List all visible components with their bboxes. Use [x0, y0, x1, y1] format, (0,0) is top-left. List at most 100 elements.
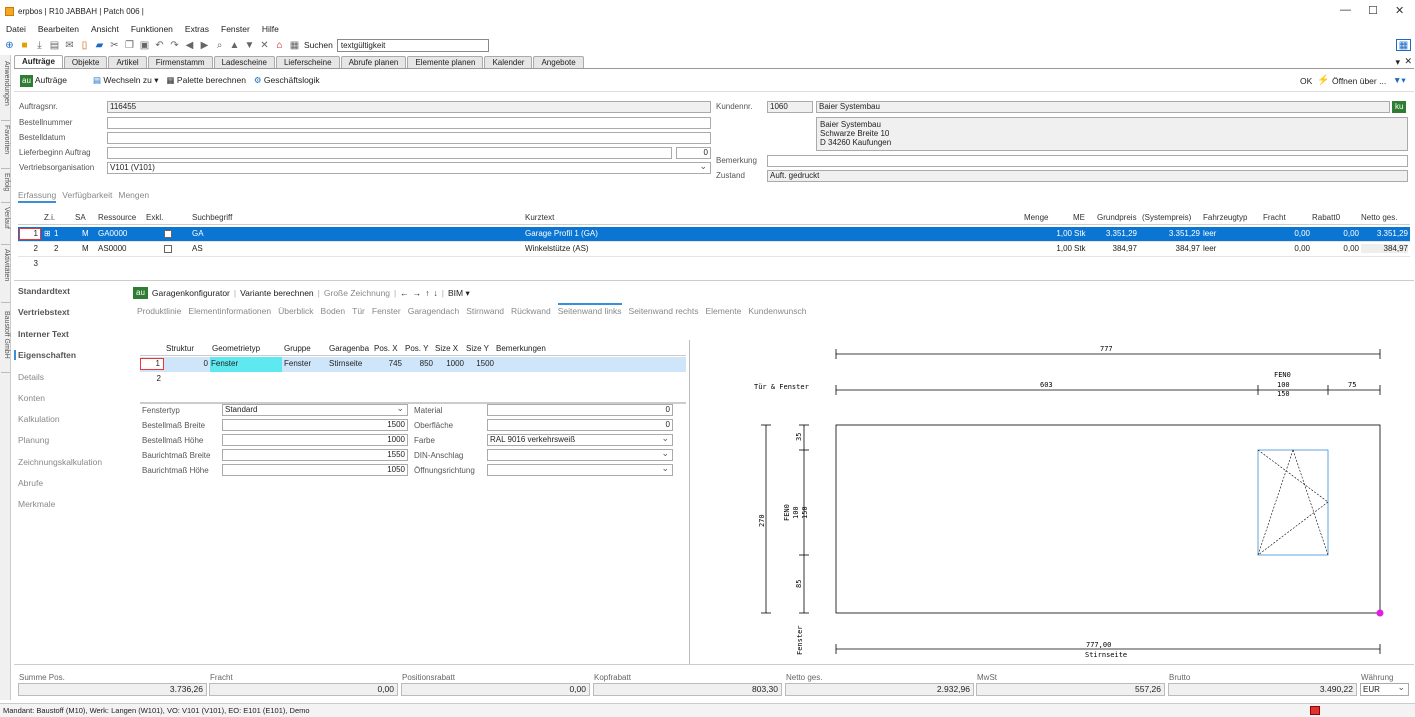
- zoom-icon[interactable]: ⌕: [214, 40, 225, 51]
- col-header[interactable]: Garagenba: [329, 344, 369, 353]
- col-header[interactable]: Pos. Y: [405, 344, 428, 353]
- side-tab-verlauf[interactable]: Verlauf: [1, 207, 10, 245]
- ctab-fenster[interactable]: Fenster: [372, 306, 401, 316]
- oeffnung-select[interactable]: [487, 464, 673, 476]
- col-header[interactable]: Grundpreis: [1097, 213, 1137, 222]
- splitter[interactable]: [689, 340, 690, 665]
- tab-menu-icon[interactable]: ▾: [1395, 57, 1400, 68]
- tab-ladescheine[interactable]: Ladescheine: [213, 56, 275, 68]
- side-tab-baustoff[interactable]: Baustoff GmbH: [1, 311, 10, 373]
- menu-datei[interactable]: Datei: [6, 24, 26, 34]
- filter-icon[interactable]: ▼▾: [1393, 75, 1406, 86]
- configurator-title[interactable]: Garagenkonfigurator: [152, 288, 230, 298]
- table-row[interactable]: 1 ⊞ 1 M GA0000 GA Garage Profil 1 (GA) 1…: [18, 227, 1410, 242]
- col-header[interactable]: Ressource: [98, 213, 136, 222]
- nav-details[interactable]: Details: [18, 372, 44, 382]
- copy-icon[interactable]: ❐: [124, 40, 135, 51]
- ctab-ueberblick[interactable]: Überblick: [278, 306, 313, 316]
- menu-bearbeiten[interactable]: Bearbeiten: [38, 24, 79, 34]
- order-ref-field[interactable]: [107, 117, 711, 129]
- col-header[interactable]: (Systempreis): [1142, 213, 1191, 222]
- nav-eigenschaften[interactable]: Eigenschaften: [14, 350, 76, 360]
- print-icon[interactable]: ▤: [49, 40, 60, 51]
- up-arrow-icon[interactable]: ▲: [229, 40, 240, 51]
- side-tab-anwendungen[interactable]: Anwendungen: [1, 61, 10, 121]
- arrow-down-icon[interactable]: ↓: [434, 288, 438, 298]
- hoehe-field[interactable]: 1000: [222, 434, 408, 446]
- nav-standardtext[interactable]: Standardtext: [18, 286, 70, 296]
- netto-field[interactable]: 2.932,96: [785, 683, 974, 696]
- subtab-mengen[interactable]: Mengen: [118, 190, 149, 203]
- palette-button[interactable]: ▦ Palette berechnen: [167, 75, 246, 86]
- table-row[interactable]: 1 0 Fenster Fenster Stirnseite 745 850 1…: [140, 357, 686, 372]
- arrow-right-icon[interactable]: →: [413, 288, 422, 298]
- ctab-seitenwand-links[interactable]: Seitenwand links: [557, 303, 622, 316]
- posrabatt-field[interactable]: 0,00: [401, 683, 590, 696]
- exkl-checkbox[interactable]: [164, 230, 172, 238]
- col-header[interactable]: Struktur: [166, 344, 194, 353]
- open-via-button[interactable]: Öffnen über ...: [1332, 76, 1386, 86]
- ctab-elementinformationen[interactable]: Elementinformationen: [188, 306, 271, 316]
- customer-no-field[interactable]: 1060: [767, 101, 813, 113]
- tab-elemente-planen[interactable]: Elemente planen: [407, 56, 484, 68]
- ok-button[interactable]: OK: [1300, 76, 1312, 86]
- tab-firmenstamm[interactable]: Firmenstamm: [147, 56, 213, 68]
- side-tab-aktivitaeten[interactable]: Aktivitäten: [1, 249, 10, 303]
- state-field[interactable]: Auft. gedruckt: [767, 170, 1408, 182]
- oberflaeche-field[interactable]: 0: [487, 419, 673, 431]
- col-header[interactable]: Z.i.: [44, 213, 55, 222]
- col-header[interactable]: Geometrietyp: [212, 344, 260, 353]
- download-icon[interactable]: ⤓: [34, 40, 45, 51]
- col-header[interactable]: Fracht: [1263, 213, 1286, 222]
- ctab-produktlinie[interactable]: Produktlinie: [137, 306, 181, 316]
- down-arrow-icon[interactable]: ▼: [244, 40, 255, 51]
- logic-button[interactable]: ⚙ Geschäftslogik: [254, 75, 320, 86]
- nav-planung[interactable]: Planung: [18, 435, 49, 445]
- home-icon[interactable]: ⌂: [274, 40, 285, 51]
- remark-field[interactable]: [767, 155, 1408, 167]
- tab-artikel[interactable]: Artikel: [108, 56, 147, 68]
- col-header[interactable]: Suchbegriff: [192, 213, 232, 222]
- customer-badge[interactable]: ku: [1392, 101, 1407, 113]
- baurichtmass-hoehe-field[interactable]: 1050: [222, 464, 408, 476]
- bim-menu[interactable]: BIM ▾: [448, 288, 470, 299]
- customer-name-field[interactable]: Baier Systembau: [816, 101, 1390, 113]
- sales-org-select[interactable]: V101 (V101): [107, 162, 711, 174]
- delivery-num-field[interactable]: 0: [676, 147, 711, 159]
- prev-icon[interactable]: ◀: [184, 40, 195, 51]
- menu-hilfe[interactable]: Hilfe: [262, 24, 279, 34]
- ctab-kundenwunsch[interactable]: Kundenwunsch: [748, 306, 806, 316]
- breite-field[interactable]: 1500: [222, 419, 408, 431]
- cut-icon[interactable]: ✂: [109, 40, 120, 51]
- ctab-garagendach[interactable]: Garagendach: [408, 306, 460, 316]
- undo-icon[interactable]: ↶: [154, 40, 165, 51]
- menu-fenster[interactable]: Fenster: [221, 24, 250, 34]
- calendar-icon[interactable]: ▦: [289, 40, 300, 51]
- ctab-seitenwand-rechts[interactable]: Seitenwand rechts: [629, 306, 699, 316]
- material-field[interactable]: 0: [487, 404, 673, 416]
- din-select[interactable]: [487, 449, 673, 461]
- ctab-stirnwand[interactable]: Stirnwand: [466, 306, 504, 316]
- arrow-up-icon[interactable]: ↑: [425, 288, 429, 298]
- maximize-button[interactable]: ☐: [1368, 4, 1378, 17]
- col-header[interactable]: SA: [75, 213, 86, 222]
- ctab-tuer[interactable]: Tür: [352, 306, 365, 316]
- order-no-field[interactable]: 116455: [107, 101, 711, 113]
- nav-zeichnungskalkulation[interactable]: Zeichnungskalkulation: [18, 457, 102, 467]
- module-button[interactable]: au Aufträge: [20, 74, 67, 87]
- new-icon[interactable]: ⊕: [4, 40, 15, 51]
- next-icon[interactable]: ▶: [199, 40, 210, 51]
- switch-button[interactable]: ▤ Wechseln zu ▾: [93, 75, 159, 86]
- menu-ansicht[interactable]: Ansicht: [91, 24, 119, 34]
- col-header[interactable]: ME: [1073, 213, 1085, 222]
- order-date-field[interactable]: [107, 132, 711, 144]
- table-row[interactable]: 3: [18, 257, 1410, 272]
- farbe-select[interactable]: RAL 9016 verkehrsweiß: [487, 434, 673, 446]
- summe-field[interactable]: 3.736,26: [18, 683, 207, 696]
- minimize-button[interactable]: —: [1340, 4, 1351, 16]
- tab-abrufe-planen[interactable]: Abrufe planen: [340, 56, 407, 68]
- tab-angebote[interactable]: Angebote: [533, 56, 584, 68]
- kopfrabatt-field[interactable]: 803,30: [593, 683, 782, 696]
- table-row[interactable]: 2: [140, 372, 686, 387]
- search-input[interactable]: textgültigkeit: [336, 38, 489, 52]
